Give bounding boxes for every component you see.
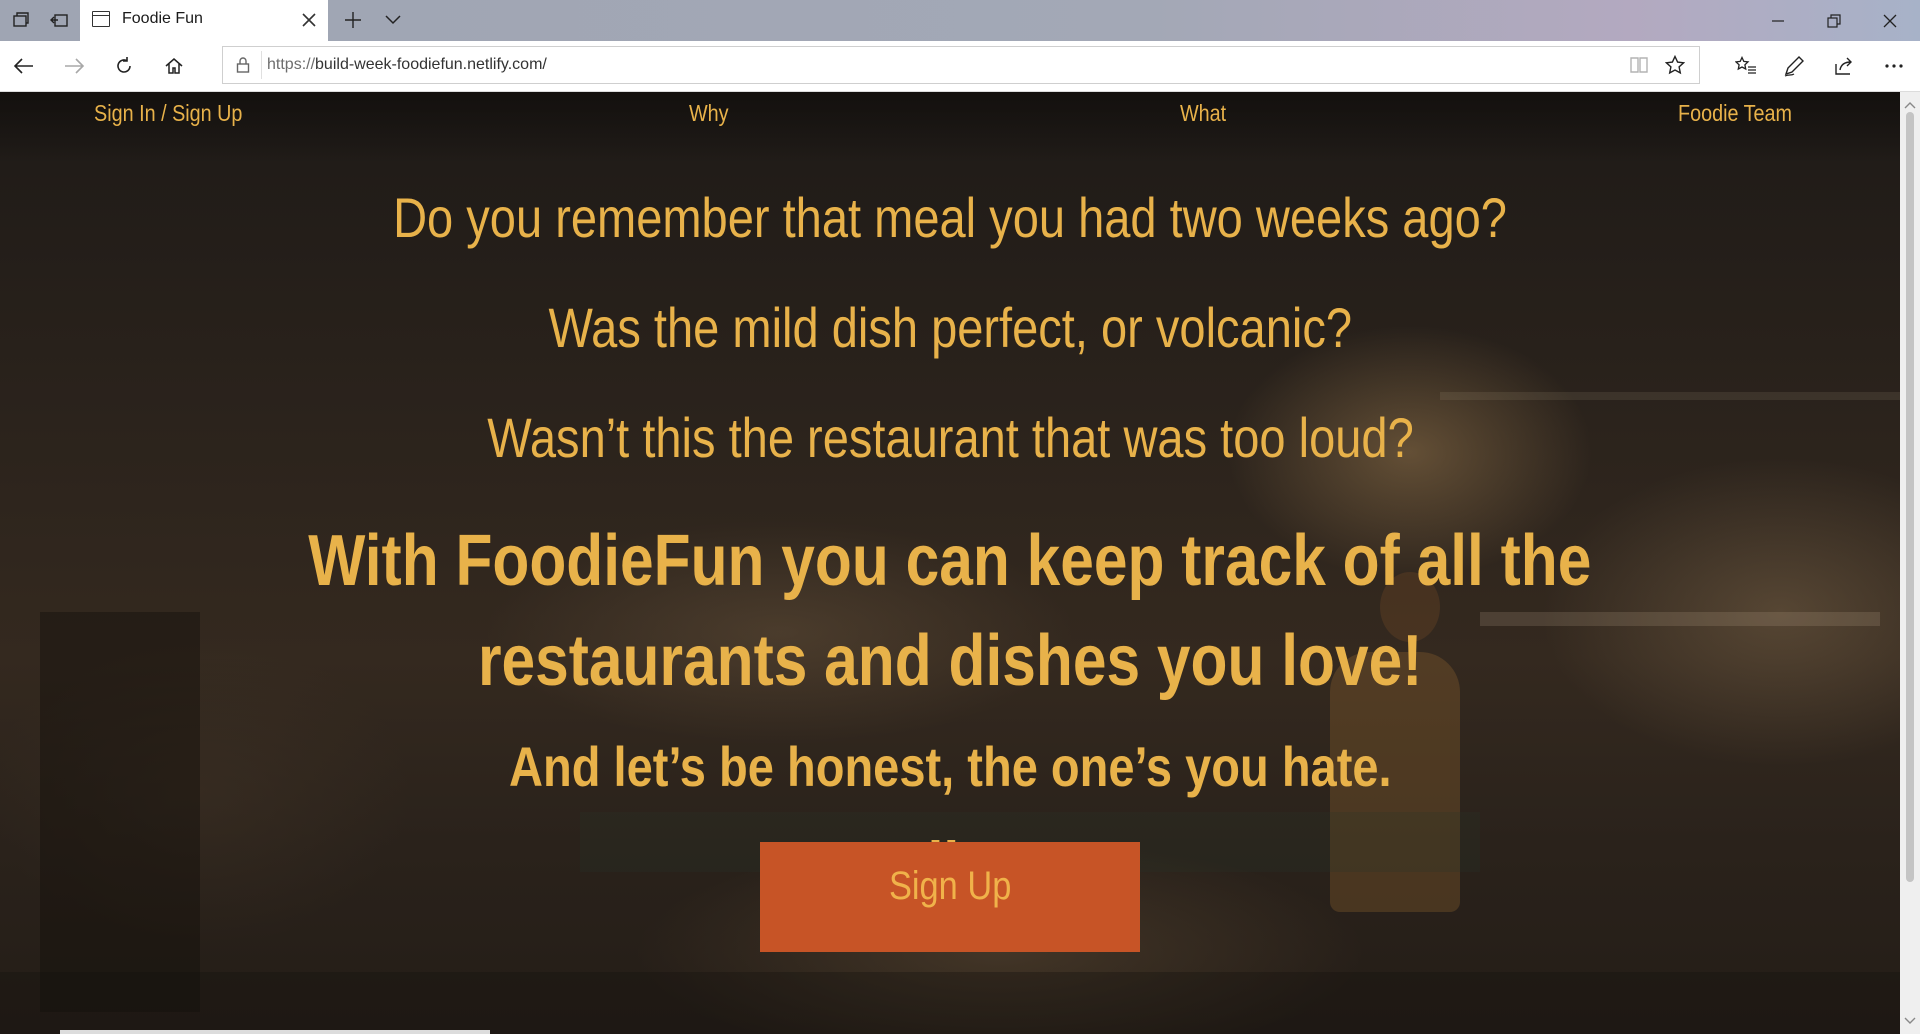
back-arrow-icon[interactable] (8, 50, 40, 82)
tabs-aside-icon[interactable] (6, 6, 36, 34)
minimize-icon[interactable] (1750, 0, 1806, 41)
hero-question-2: Was the mild dish perfect, or volcanic? (0, 295, 1900, 360)
sign-up-button-label: Sign Up (888, 864, 1012, 908)
close-icon[interactable] (296, 7, 322, 33)
tab-foodie-fun[interactable]: Foodie Fun (80, 0, 328, 41)
pen-icon[interactable] (1778, 50, 1810, 82)
more-icon[interactable] (1878, 50, 1910, 82)
tab-bar: Foodie Fun (0, 0, 1920, 41)
hero-pitch-line-1: With FoodieFun you can keep track of all… (0, 520, 1900, 602)
horizontal-scrollbar[interactable] (60, 1030, 490, 1034)
url-text[interactable]: https://build-week-foodiefun.netlify.com… (267, 56, 547, 74)
hero-question-1-text: Do you remember that meal you had two we… (393, 186, 1507, 249)
restore-window-icon[interactable] (1806, 0, 1862, 41)
nav-sign-in-sign-up[interactable]: Sign In / Sign Up (94, 100, 242, 127)
refresh-icon[interactable] (108, 50, 140, 82)
share-icon[interactable] (1828, 50, 1860, 82)
hero-question-2-text: Was the mild dish perfect, or volcanic? (548, 296, 1352, 359)
scroll-down-icon[interactable] (1904, 1012, 1916, 1030)
home-icon[interactable] (158, 50, 190, 82)
url-scheme: https:// (267, 56, 316, 73)
hero-pitch-line-1-text: With FoodieFun you can keep track of all… (308, 521, 1592, 601)
url-host: build-week-foodiefun.netlify.com/ (315, 56, 547, 73)
sign-up-button[interactable]: Sign Up (760, 842, 1140, 952)
divider (261, 51, 262, 79)
hero-pitch-line-2: restaurants and dishes you love! (0, 620, 1900, 702)
hero-pitch-line-3: And let’s be honest, the one’s you hate. (0, 734, 1900, 799)
address-bar[interactable]: https://build-week-foodiefun.netlify.com… (222, 46, 1700, 84)
scrollbar-thumb[interactable] (1906, 112, 1914, 882)
star-icon[interactable] (1664, 54, 1686, 80)
plus-icon[interactable] (338, 6, 368, 34)
chevron-down-icon[interactable] (378, 6, 408, 34)
hero-pitch-line-3-text: And let’s be honest, the one’s you hate. (508, 735, 1392, 798)
vertical-scrollbar[interactable] (1900, 92, 1920, 1034)
forward-arrow-icon[interactable] (58, 50, 90, 82)
site-navigation: Sign In / Sign Up Why What Foodie Team (0, 92, 1900, 138)
hero-question-3-text: Wasn’t this the restaurant that was too … (486, 406, 1414, 469)
page-icon (92, 11, 110, 27)
nav-why[interactable]: Why (689, 100, 729, 127)
hero-question-1: Do you remember that meal you had two we… (0, 185, 1900, 250)
hero-question-3: Wasn’t this the restaurant that was too … (0, 405, 1900, 470)
tabs-restore-icon[interactable] (44, 6, 74, 34)
lock-icon[interactable] (235, 56, 253, 74)
tab-title: Foodie Fun (122, 10, 203, 27)
navigation-toolbar: https://build-week-foodiefun.netlify.com… (0, 41, 1920, 92)
nav-foodie-team[interactable]: Foodie Team (1678, 100, 1792, 127)
reading-view-icon[interactable] (1629, 56, 1649, 79)
favorites-list-icon[interactable] (1730, 50, 1762, 82)
close-icon[interactable] (1862, 0, 1918, 41)
hero-pitch-line-2-text: restaurants and dishes you love! (477, 621, 1423, 701)
hero-section: Sign In / Sign Up Why What Foodie Team D… (0, 92, 1900, 1034)
nav-what[interactable]: What (1180, 100, 1226, 127)
